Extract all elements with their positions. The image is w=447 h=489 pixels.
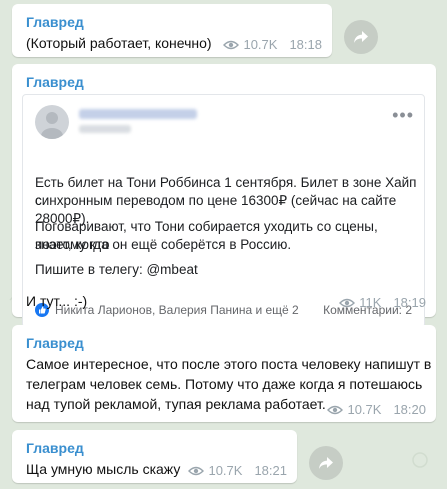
eye-icon bbox=[188, 466, 205, 475]
timestamp: 18:18 bbox=[289, 37, 322, 52]
message-text: И тут... :-) bbox=[26, 293, 88, 309]
sender-name[interactable]: Главред bbox=[26, 440, 84, 456]
share-button[interactable] bbox=[309, 446, 343, 480]
message-text: Ща умную мысль скажу bbox=[26, 461, 181, 477]
eye-icon bbox=[339, 298, 356, 307]
message-bubble: Главред Самое интересное, что после этог… bbox=[12, 325, 436, 422]
message-bubble: Главред (Который работает, конечно) 10.7… bbox=[12, 4, 332, 57]
view-count: 11K bbox=[359, 295, 382, 310]
message-text-line: Самое интересное, что после этого поста … bbox=[26, 356, 432, 372]
post-text-line: Пишите в телегу: @mbeat bbox=[35, 262, 198, 277]
eye-icon bbox=[327, 405, 344, 414]
message-text-line: телеграм человек семь. Потому что даже к… bbox=[26, 376, 423, 392]
view-count: 10.7K bbox=[347, 402, 382, 417]
eye-icon bbox=[223, 40, 240, 49]
message-bubble: Главред Ща умную мысль скажу 10.7K 18:21 bbox=[12, 430, 297, 483]
sender-name[interactable]: Главред bbox=[26, 14, 84, 30]
share-button[interactable] bbox=[344, 20, 378, 54]
post-text-line: знает, когда он ещё соберётся в Россию. bbox=[35, 237, 292, 252]
reactions-text: Никита Ларионов, Валерия Панина и ещё 2 bbox=[55, 303, 299, 317]
timestamp: 18:20 bbox=[393, 402, 426, 417]
message-meta: 11K 18:19 bbox=[339, 295, 426, 310]
share-arrow-icon bbox=[319, 457, 333, 469]
message-meta: 10.7K 18:20 bbox=[327, 402, 426, 417]
sender-name[interactable]: Главред bbox=[26, 335, 84, 351]
post-meta-blurred bbox=[79, 125, 131, 133]
timestamp: 18:19 bbox=[393, 295, 426, 310]
view-count: 10.7K bbox=[208, 463, 243, 478]
message-meta: 10.7K 18:21 bbox=[188, 463, 287, 478]
view-count: 10.7K bbox=[243, 37, 278, 52]
more-options-icon[interactable]: ••• bbox=[392, 105, 414, 126]
author-name-blurred bbox=[79, 109, 197, 119]
message-text-line: над тупой рекламой, тупая реклама работа… bbox=[26, 396, 326, 412]
share-arrow-icon bbox=[354, 31, 368, 43]
message-text: (Который работает, конечно) bbox=[26, 35, 212, 51]
message-meta: 10.7K 18:18 bbox=[223, 37, 322, 52]
timestamp: 18:21 bbox=[254, 463, 287, 478]
message-bubble: Главред ••• Есть билет на Тони Роббинса … bbox=[12, 64, 436, 328]
avatar bbox=[35, 105, 69, 139]
sender-name[interactable]: Главред bbox=[26, 74, 84, 90]
